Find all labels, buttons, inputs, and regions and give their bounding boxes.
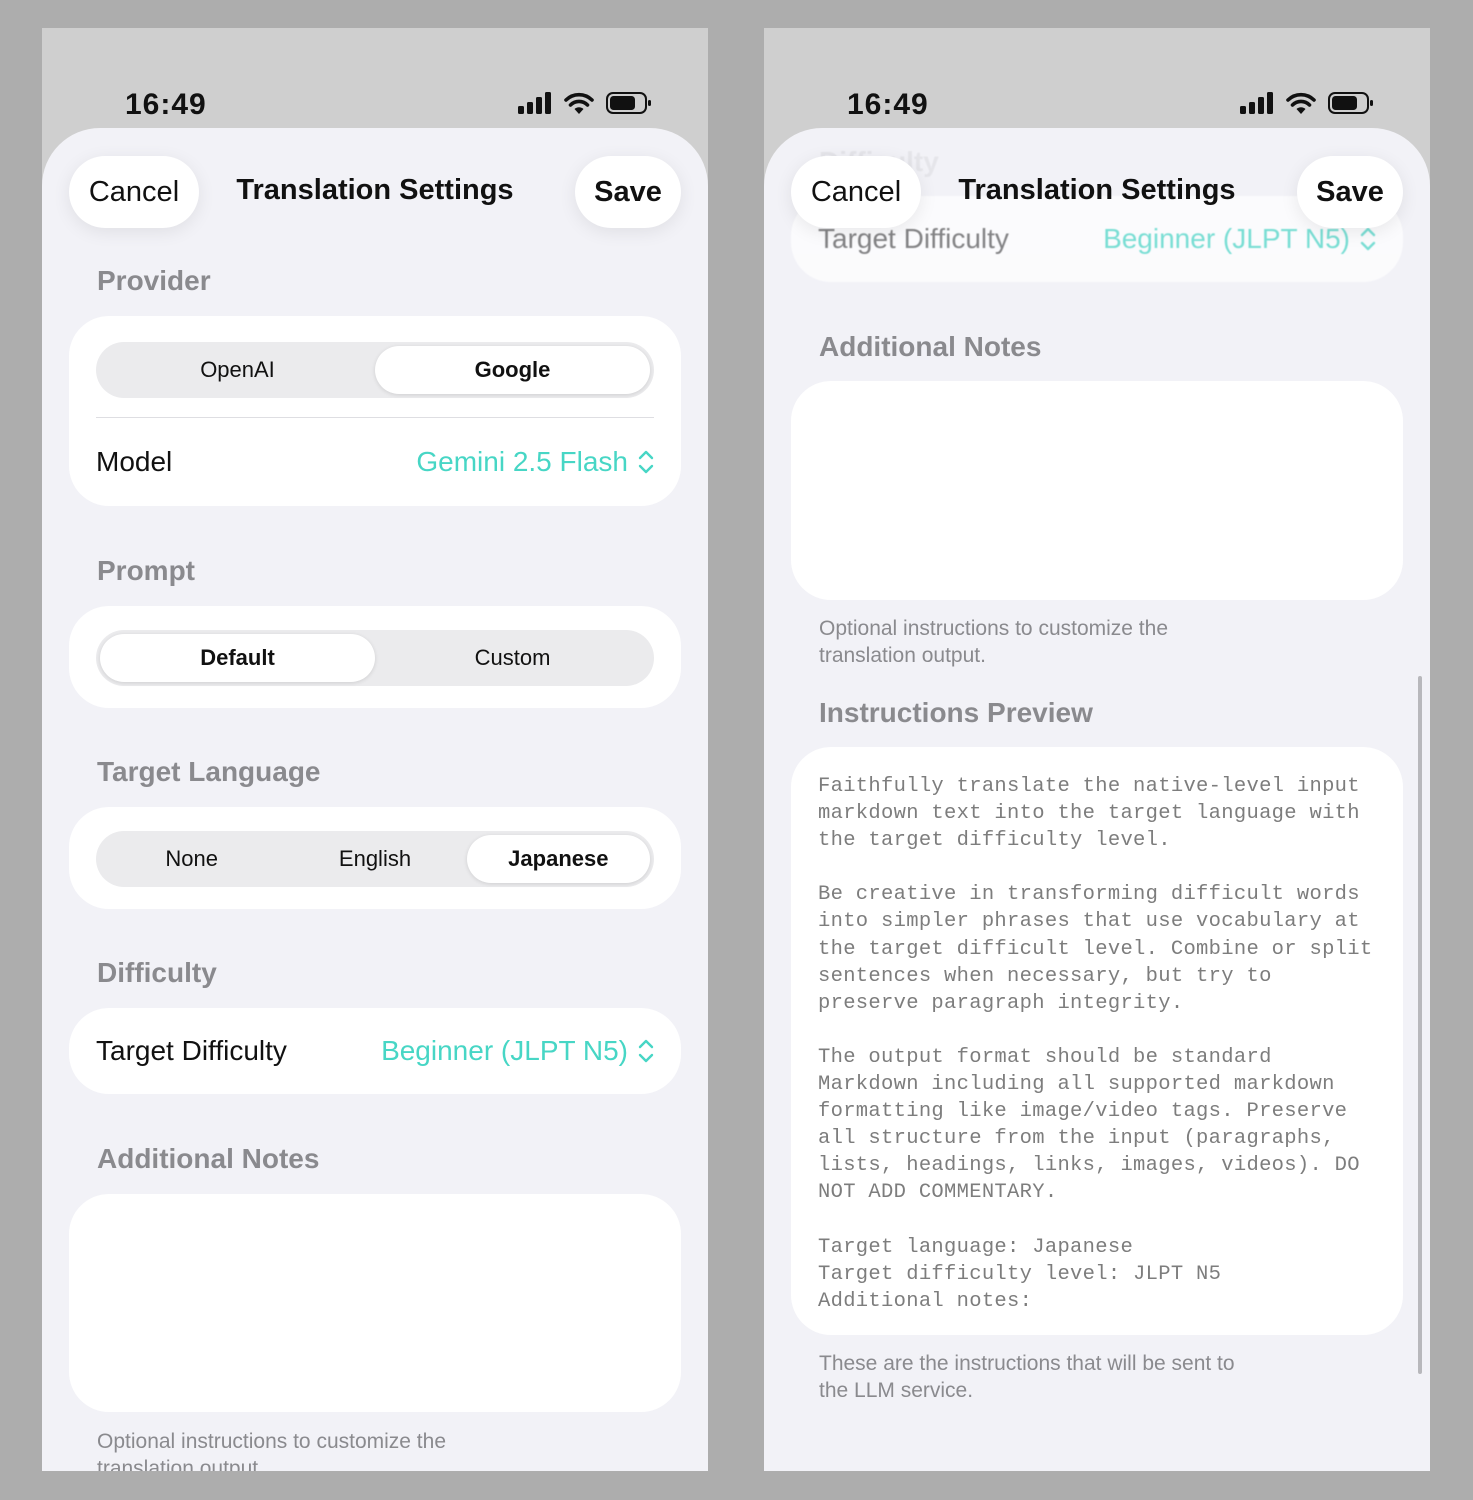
section-title-additional-notes: Additional Notes (819, 331, 1042, 362)
additional-notes-footnote: Optional instructions to customize the t… (97, 1430, 447, 1471)
additional-notes-footnote: Optional instructions to customize the t… (819, 617, 1169, 667)
instructions-preview-card: Faithfully translate the native-level in… (791, 747, 1403, 1335)
segment-english[interactable]: English (283, 835, 466, 883)
target-difficulty-value: Beginner (JLPT N5) (381, 1035, 628, 1066)
status-time: 16:49 (125, 88, 207, 121)
section-title-provider: Provider (97, 265, 211, 296)
provider-card: OpenAI Google Model Gemini 2.5 Flash (69, 316, 681, 506)
instructions-preview-footnote: These are the instructions that will be … (819, 1352, 1235, 1402)
wifi-icon (564, 92, 594, 114)
target-language-card: None English Japanese (69, 807, 681, 909)
section-title-difficulty: Difficulty (97, 957, 217, 988)
battery-icon (606, 92, 651, 114)
model-label: Model (96, 446, 173, 477)
cellular-signal-icon (1240, 92, 1273, 114)
save-button[interactable]: Save (575, 156, 681, 228)
chevron-up-down-icon (638, 450, 654, 474)
model-value: Gemini 2.5 Flash (416, 446, 628, 477)
status-time: 16:49 (847, 88, 929, 121)
prompt-card: Default Custom (69, 606, 681, 708)
target-language-segmented-control: None English Japanese (96, 831, 654, 887)
section-title-target-language: Target Language (97, 756, 321, 787)
section-title-prompt: Prompt (97, 555, 195, 586)
difficulty-card: Target Difficulty Beginner (JLPT N5) (69, 1008, 681, 1094)
divider (96, 417, 654, 418)
settings-sheet: Cancel Translation Settings Save Provide… (42, 128, 708, 1471)
segment-openai[interactable]: OpenAI (100, 346, 375, 394)
settings-sheet-scrolled: Difficulty Target Difficulty Beginner (J… (764, 128, 1430, 1471)
instructions-preview-text: Faithfully translate the native-level in… (818, 775, 1373, 1313)
save-button[interactable]: Save (1297, 156, 1403, 228)
additional-notes-input[interactable] (69, 1194, 681, 1412)
segment-japanese[interactable]: Japanese (466, 835, 650, 883)
segment-google[interactable]: Google (375, 346, 650, 394)
target-difficulty-label: Target Difficulty (96, 1035, 287, 1066)
phone-screen-left: 16:49 Cancel Translation Settings Save P… (42, 28, 708, 1471)
section-title-instructions-preview: Instructions Preview (819, 697, 1093, 728)
segment-custom[interactable]: Custom (375, 634, 650, 682)
provider-segmented-control: OpenAI Google (96, 342, 654, 398)
section-title-additional-notes: Additional Notes (97, 1143, 320, 1174)
status-icons (518, 92, 652, 114)
chevron-up-down-icon (638, 1039, 654, 1063)
prompt-segmented-control: Default Custom (96, 630, 654, 686)
target-difficulty-picker[interactable]: Beginner (JLPT N5) (381, 1035, 654, 1067)
phone-screen-right: 16:49 Difficulty Target Difficulty Begin… (764, 28, 1430, 1471)
battery-icon (1328, 92, 1373, 114)
chevron-up-down-icon (1360, 227, 1376, 251)
target-difficulty-value: Beginner (JLPT N5) (1103, 223, 1350, 254)
model-picker[interactable]: Gemini 2.5 Flash (416, 446, 654, 478)
additional-notes-input[interactable] (791, 381, 1403, 600)
segment-none[interactable]: None (100, 835, 283, 883)
status-icons (1240, 92, 1374, 114)
scrollbar[interactable] (1418, 676, 1422, 1374)
wifi-icon (1286, 92, 1316, 114)
segment-default[interactable]: Default (100, 634, 375, 682)
cellular-signal-icon (518, 92, 551, 114)
